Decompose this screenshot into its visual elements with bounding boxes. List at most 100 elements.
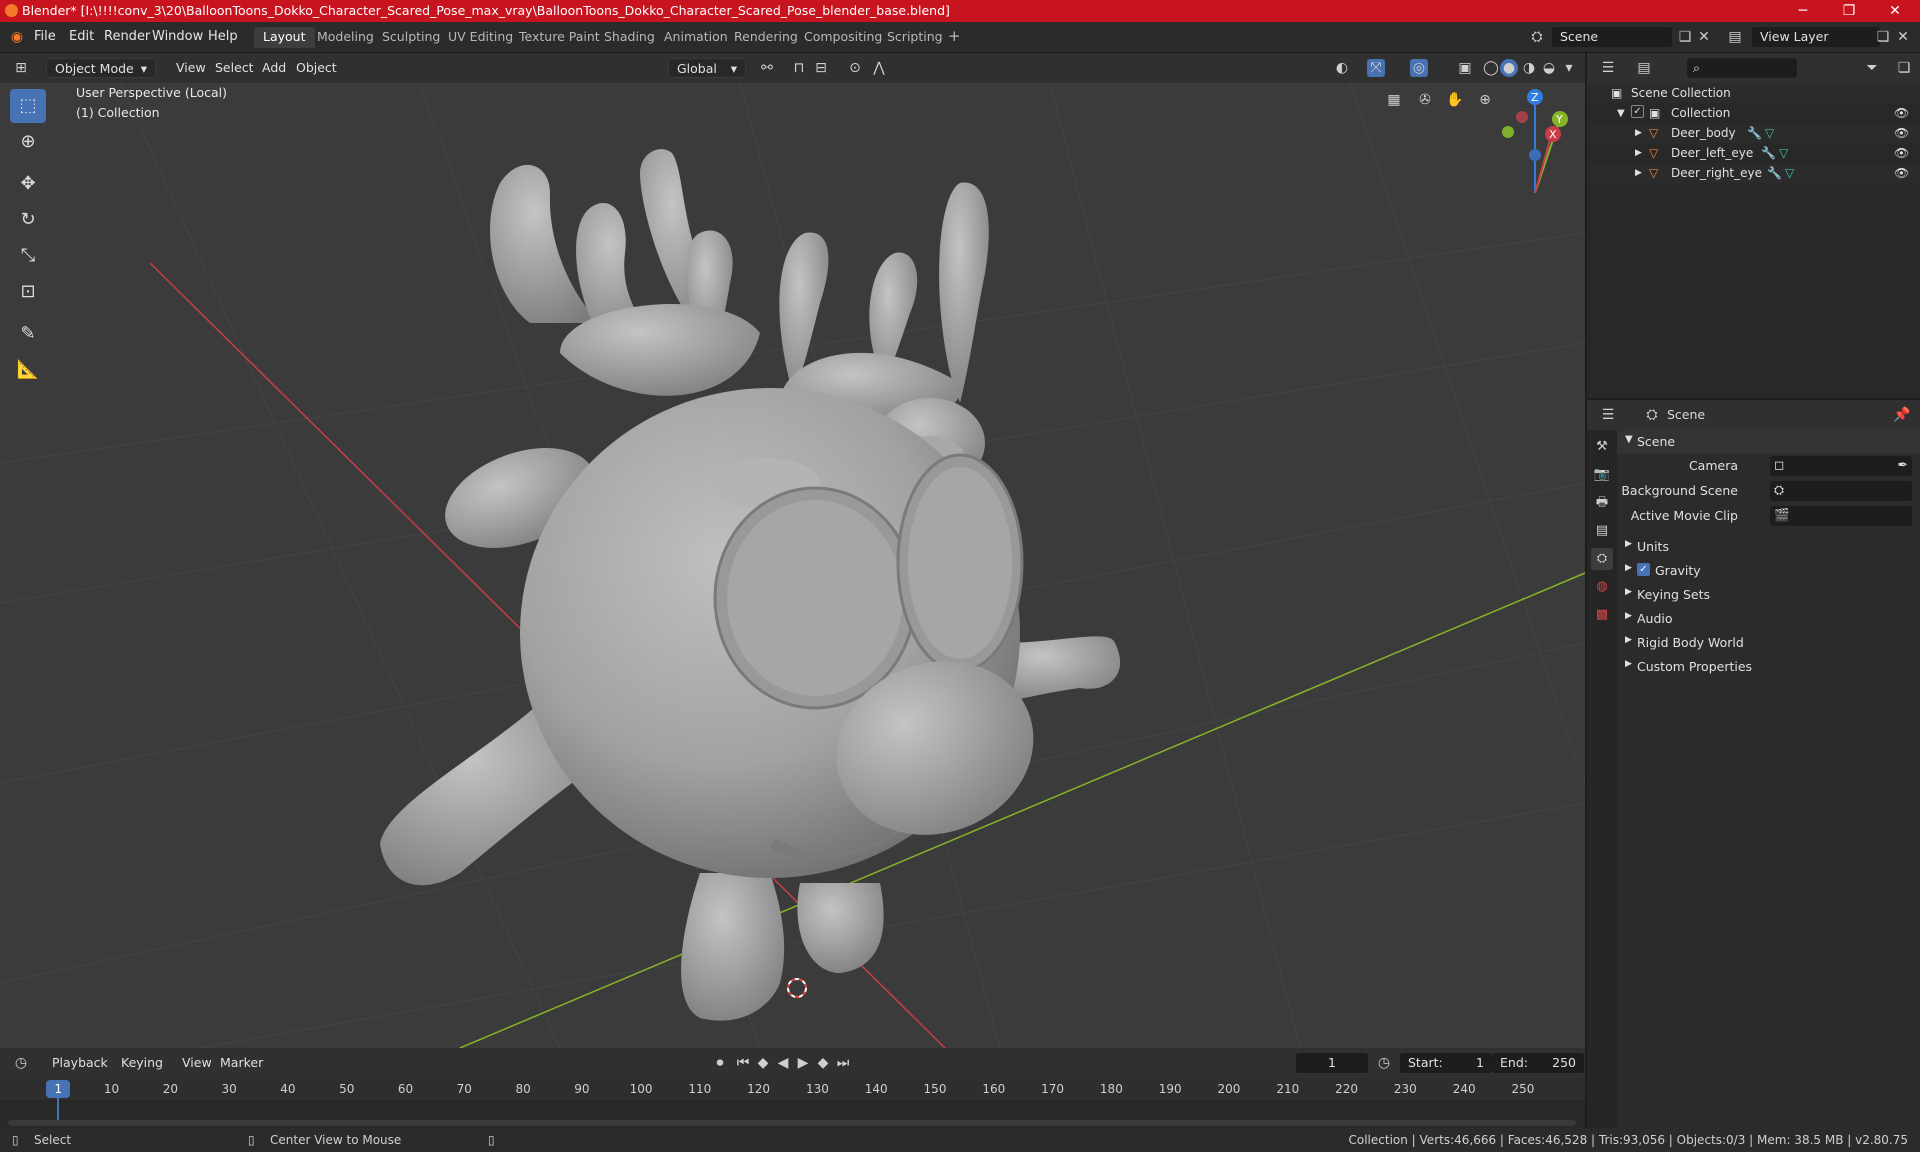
scene-section-header[interactable]: ▼ Scene (1617, 430, 1920, 454)
play-icon[interactable]: ▶ (794, 1054, 812, 1072)
annotate-tool-icon[interactable]: ✎ (10, 317, 46, 351)
mode-selector[interactable]: Object Mode ▾ (46, 58, 156, 78)
view-layer-selector[interactable]: View Layer (1752, 27, 1880, 47)
move-tool-icon[interactable]: ✥ (10, 167, 46, 201)
new-scene-icon[interactable]: ❏ (1676, 28, 1694, 46)
snap-target-icon[interactable]: ⊟ (812, 59, 830, 77)
zoom-icon[interactable]: ⊕ (1476, 91, 1494, 109)
modifier-wrench-icon[interactable]: 🔧 (1767, 166, 1782, 180)
deer-character-model[interactable] (380, 149, 1121, 1021)
editor-type-icon[interactable]: ⊞ (12, 59, 30, 77)
start-frame-field[interactable]: Start: 1 (1400, 1053, 1492, 1073)
menu-keying[interactable]: Keying (113, 1053, 171, 1073)
scene-selector[interactable]: Scene (1552, 27, 1672, 47)
eye-icon[interactable]: 👁 (1894, 126, 1909, 140)
view-layer-icon[interactable]: ▤ (1726, 28, 1744, 46)
custom-properties-panel[interactable]: ▶ Custom Properties (1617, 655, 1920, 679)
tool-tab-icon[interactable]: ⚒ (1591, 436, 1613, 458)
end-frame-field[interactable]: End: 250 (1492, 1053, 1584, 1073)
clock-icon[interactable]: ◷ (1375, 1054, 1393, 1072)
timeline-editor-type-icon[interactable]: ◷ (12, 1054, 30, 1072)
material-shading-icon[interactable]: ◑ (1520, 59, 1538, 77)
outliner-row-deer-body[interactable]: ▶ ▽ Deer_body 🔧 ▽ 👁 (1587, 123, 1920, 143)
active-movie-clip-field[interactable]: 🎬 (1770, 506, 1912, 526)
blender-menu-icon[interactable]: ◉ (8, 28, 26, 46)
background-scene-field[interactable]: ⛭ (1770, 481, 1912, 501)
timeline-track[interactable]: 1 10 20 30 40 50 60 70 80 90 100 110 120 130 140 150 160… (0, 1078, 1585, 1128)
jump-end-icon[interactable]: ⏭ (834, 1054, 852, 1072)
measure-tool-icon[interactable]: 📐 (10, 353, 46, 387)
pin-icon[interactable]: 📌 (1893, 406, 1911, 424)
grid-view-icon[interactable]: ▦ (1385, 91, 1403, 109)
cursor-tool-icon[interactable]: ⊕ (10, 125, 46, 159)
rotate-tool-icon[interactable]: ↻ (10, 203, 46, 237)
remove-view-layer-icon[interactable]: ✕ (1894, 28, 1912, 46)
eye-icon[interactable]: 👁 (1894, 106, 1909, 120)
outliner-row-deer-left-eye[interactable]: ▶ ▽ Deer_left_eye 🔧 ▽ 👁 (1587, 143, 1920, 163)
collection-checkbox[interactable]: ✓ (1631, 105, 1644, 118)
modifier-wrench-icon[interactable]: 🔧 (1761, 146, 1776, 160)
expand-arrow-icon[interactable]: ▶ (1635, 128, 1642, 138)
add-workspace-button[interactable]: + (942, 27, 967, 48)
solid-shading-icon[interactable]: ● (1500, 59, 1518, 77)
mesh-data-icon[interactable]: ▽ (1765, 126, 1774, 140)
menu-render[interactable]: Render (104, 29, 150, 44)
tab-shading[interactable]: Shading (595, 27, 664, 48)
orientation-selector[interactable]: Global ▾ (668, 58, 746, 78)
tab-scripting[interactable]: Scripting (878, 27, 952, 48)
close-button[interactable]: ✕ (1872, 0, 1918, 22)
shading-options-icon[interactable]: ▾ (1560, 59, 1578, 77)
new-view-layer-icon[interactable]: ❏ (1874, 28, 1892, 46)
overlay-toggle-icon[interactable]: ◎ (1410, 59, 1428, 77)
keying-sets-panel[interactable]: ▶ Keying Sets (1617, 583, 1920, 607)
tab-layout[interactable]: Layout (254, 27, 315, 48)
properties-editor-type-icon[interactable]: ☰ (1599, 406, 1617, 424)
mesh-data-icon[interactable]: ▽ (1785, 166, 1794, 180)
render-tab-icon[interactable]: 📷 (1591, 464, 1613, 486)
3d-viewport[interactable]: Z Y X ▦ ✇ ✋ ⊕ User Perspective (Local) (… (0, 83, 1585, 1048)
output-tab-icon[interactable]: 🖶 (1591, 492, 1613, 514)
transform-tool-icon[interactable]: ⊡ (10, 275, 46, 309)
maximize-button[interactable]: ❐ (1826, 0, 1872, 22)
mesh-data-icon[interactable]: ▽ (1779, 146, 1788, 160)
world-tab-icon[interactable]: ◍ (1591, 576, 1613, 598)
next-keyframe-icon[interactable]: ◆ (814, 1054, 832, 1072)
filter-icon[interactable]: ⏷ (1863, 59, 1881, 77)
eye-icon[interactable]: 👁 (1894, 166, 1909, 180)
units-panel[interactable]: ▶ Units (1617, 535, 1920, 559)
record-icon[interactable]: ⏺ (711, 1054, 729, 1072)
expand-arrow-icon[interactable]: ▶ (1635, 168, 1642, 178)
prev-keyframe-icon[interactable]: ◆ (754, 1054, 772, 1072)
view-layer-tab-icon[interactable]: ▤ (1591, 520, 1613, 542)
expand-arrow-icon[interactable]: ▶ (1635, 148, 1642, 158)
expand-arrow-icon[interactable]: ▼ (1617, 108, 1625, 119)
camera-field[interactable]: ◻ ✒ (1770, 456, 1912, 476)
menu-help[interactable]: Help (208, 29, 238, 44)
outliner-row-collection[interactable]: ▼ ✓ ▣ Collection 👁 (1587, 103, 1920, 123)
menu-edit[interactable]: Edit (69, 29, 94, 44)
menu-file[interactable]: File (34, 29, 56, 44)
xray-icon[interactable]: ▣ (1456, 59, 1474, 77)
menu-playback[interactable]: Playback (44, 1053, 116, 1073)
navigation-gizmo[interactable]: Z Y X (1502, 89, 1568, 194)
wireframe-shading-icon[interactable]: ◯ (1482, 59, 1500, 77)
current-frame-field[interactable]: 1 (1296, 1053, 1368, 1073)
menu-window[interactable]: Window (152, 29, 203, 44)
play-reverse-icon[interactable]: ◀ (774, 1054, 792, 1072)
select-box-tool-icon[interactable]: ⬚ (10, 89, 46, 123)
gravity-checkbox[interactable]: ✓ (1637, 563, 1650, 576)
pivot-icon[interactable]: ⚯ (758, 59, 776, 77)
outliner-editor-type-icon[interactable]: ☰ (1599, 59, 1617, 77)
modifier-wrench-icon[interactable]: 🔧 (1747, 126, 1762, 140)
scene-icon[interactable]: ⛭ (1528, 28, 1546, 46)
scene-tab-icon[interactable]: ⛭ (1591, 548, 1613, 570)
falloff-icon[interactable]: ⋀ (870, 59, 888, 77)
scale-tool-icon[interactable]: ⤡ (10, 239, 46, 273)
minimize-button[interactable]: ─ (1780, 0, 1826, 22)
new-collection-icon[interactable]: ❏ (1895, 59, 1913, 77)
gizmo-toggle-icon[interactable]: ⤧ (1367, 59, 1385, 77)
rigid-body-world-panel[interactable]: ▶ Rigid Body World (1617, 631, 1920, 655)
eye-icon[interactable]: 👁 (1894, 146, 1909, 160)
tab-texture-paint[interactable]: Texture Paint (510, 27, 609, 48)
rendered-shading-icon[interactable]: ◒ (1540, 59, 1558, 77)
